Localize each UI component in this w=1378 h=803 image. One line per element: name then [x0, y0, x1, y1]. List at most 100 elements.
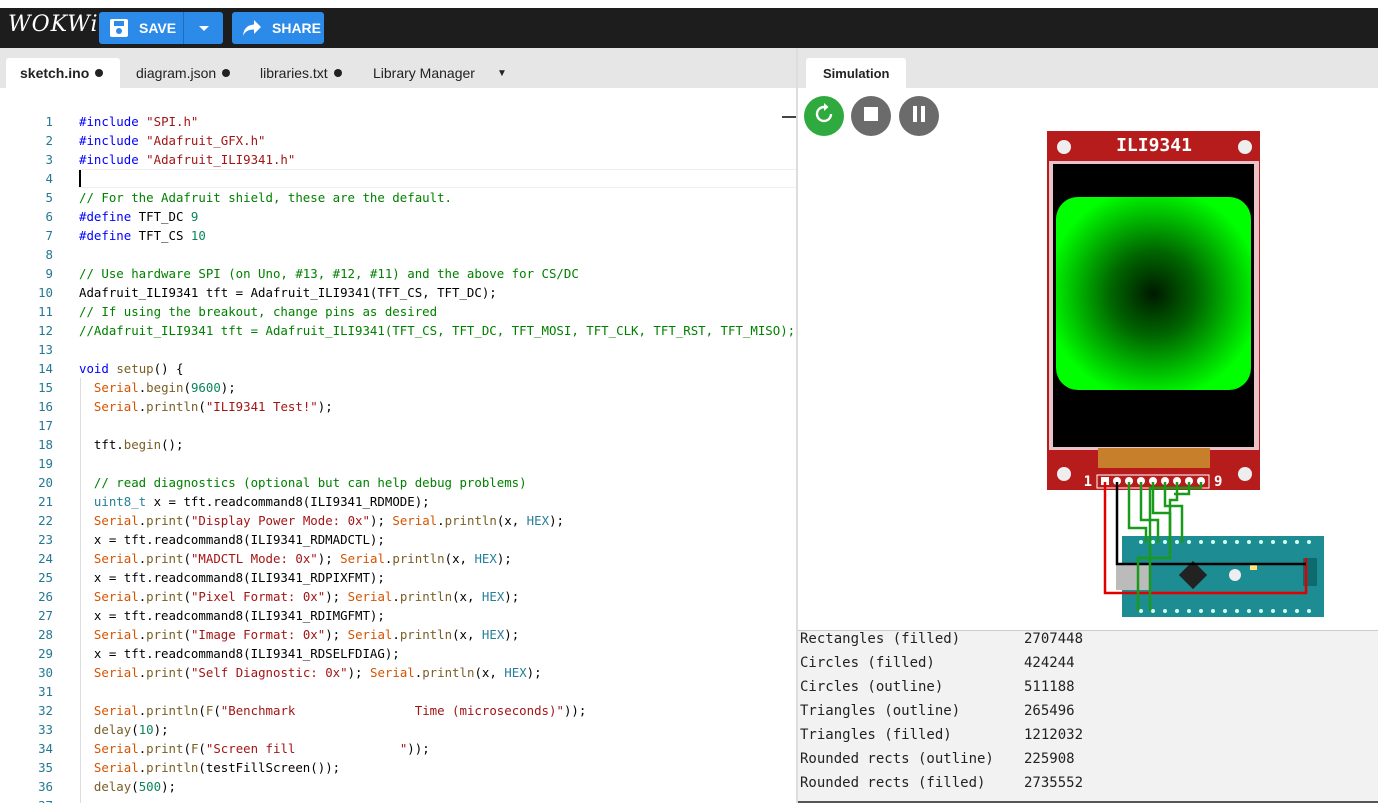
tab-library-manager[interactable]: Library Manager ▼ — [373, 58, 507, 88]
code-text: #include "Adafruit_ILI9341.h" — [79, 152, 296, 167]
line-number: 34 — [38, 741, 53, 756]
tab-diagram-json[interactable]: diagram.json — [136, 58, 231, 88]
code-text: Serial.print("MADCTL Mode: 0x"); Serial.… — [93, 551, 512, 566]
line-number: 26 — [38, 589, 53, 604]
overview-ruler-marker — [782, 116, 796, 118]
code-text: // Use hardware SPI (on Uno, #13, #12, #… — [79, 266, 579, 281]
code-line[interactable]: 21 uint8_t x = tft.readcommand8(ILI9341_… — [0, 492, 796, 511]
line-number: 36 — [38, 779, 53, 794]
code-line[interactable]: 18 tft.begin(); — [0, 435, 796, 454]
code-text: Serial.print(F("Screen fill ")); — [93, 741, 430, 756]
code-line[interactable]: 22 Serial.print("Display Power Mode: 0x"… — [0, 511, 796, 530]
line-number: 21 — [38, 494, 53, 509]
line-number: 28 — [38, 627, 53, 642]
simulation-canvas[interactable]: ILI9341 1 9 — [798, 88, 1378, 630]
tab-sketch-ino[interactable]: sketch.ino — [6, 58, 120, 88]
code-line[interactable]: 13 — [0, 340, 796, 359]
share-button[interactable]: SHARE — [232, 12, 324, 44]
line-number: 16 — [38, 399, 53, 414]
pin-label-first: 1 — [1084, 474, 1092, 490]
flex-connector — [1098, 448, 1210, 468]
code-line[interactable]: 28 Serial.print("Image Format: 0x"); Ser… — [0, 625, 796, 644]
code-text: delay(500); — [93, 779, 177, 794]
ili9341-display[interactable]: ILI9341 1 9 — [1047, 131, 1260, 490]
serial-value: 2707448 — [1024, 631, 1084, 647]
code-text: // For the Adafruit shield, these are th… — [79, 190, 452, 205]
code-text: Serial.begin(9600); — [93, 380, 236, 395]
line-number: 27 — [38, 608, 53, 623]
serial-value: 265496 — [1024, 703, 1075, 719]
reset-button[interactable] — [1229, 569, 1241, 581]
line-number: 3 — [45, 152, 53, 167]
code-text: //Adafruit_ILI9341 tft = Adafruit_ILI934… — [79, 323, 796, 338]
wire-cs — [1127, 482, 1148, 543]
code-line[interactable]: 3 #include "Adafruit_ILI9341.h" — [0, 150, 796, 169]
code-line[interactable]: 12 //Adafruit_ILI9341 tft = Adafruit_ILI9… — [0, 321, 796, 340]
code-line[interactable]: 29 x = tft.readcommand8(ILI9341_RDSELFDI… — [0, 644, 796, 663]
simulation-tabs: Simulation — [798, 48, 1378, 88]
code-line[interactable]: 34 Serial.print(F("Screen fill ")); — [0, 739, 796, 758]
code-line[interactable]: 35 Serial.println(testFillScreen()); — [0, 758, 796, 777]
line-number: 19 — [38, 456, 53, 471]
line-number: 35 — [38, 760, 53, 775]
code-line[interactable]: 8 — [0, 245, 796, 264]
code-line[interactable]: 23 x = tft.readcommand8(ILI9341_RDMADCTL… — [0, 530, 796, 549]
code-editor[interactable]: 1 #include "SPI.h" 2 #include "Adafruit_GFX… — [0, 88, 796, 803]
code-line[interactable]: 5 // For the Adafruit shield, these are t… — [0, 188, 796, 207]
mounting-hole — [1238, 467, 1252, 481]
code-line[interactable]: 26 Serial.print("Pixel Format: 0x"); Ser… — [0, 587, 796, 606]
save-options-button[interactable] — [184, 12, 223, 44]
code-line[interactable]: 20 // read diagnostics (optional but can… — [0, 473, 796, 492]
tab-simulation[interactable]: Simulation — [806, 58, 907, 88]
code-line[interactable]: 30 Serial.print("Self Diagnostic: 0x"); … — [0, 663, 796, 682]
line-number: 15 — [38, 380, 53, 395]
code-line[interactable]: 19 — [0, 454, 796, 473]
code-line[interactable]: 31 — [0, 682, 796, 701]
code-line[interactable]: 33 delay(10); — [0, 720, 796, 739]
arduino-nano[interactable] — [1116, 536, 1324, 617]
caret-down-icon[interactable]: ▼ — [497, 68, 507, 79]
code-line[interactable]: 25 x = tft.readcommand8(ILI9341_RDPIXFMT… — [0, 568, 796, 587]
unsaved-dot-icon — [333, 69, 342, 77]
serial-value: 2735552 — [1024, 775, 1084, 791]
save-button[interactable]: SAVE — [99, 12, 183, 44]
line-number: 1 — [45, 114, 53, 129]
code-line[interactable]: 17 — [0, 416, 796, 435]
code-text: x = tft.readcommand8(ILI9341_RDPIXFMT); — [79, 570, 385, 585]
line-number: 13 — [38, 342, 53, 357]
code-text: // If using the breakout, change pins as… — [79, 304, 438, 319]
code-line[interactable]: 6 #define TFT_DC 9 — [0, 207, 796, 226]
code-text: x = tft.readcommand8(ILI9341_RDMADCTL); — [79, 532, 385, 547]
serial-label: Circles (outline) — [800, 679, 944, 695]
wire-dc — [1151, 482, 1172, 543]
serial-label: Circles (filled) — [800, 655, 935, 671]
wokwi-logo[interactable]: WOKWi — [8, 12, 99, 37]
code-line[interactable]: 37 — [0, 796, 796, 803]
tab-label: sketch.ino — [20, 65, 90, 81]
code-line[interactable]: 10 Adafruit_ILI9341 tft = Adafruit_ILI934… — [0, 283, 796, 302]
code-line[interactable]: 7 #define TFT_CS 10 — [0, 226, 796, 245]
code-line[interactable]: 24 Serial.print("MADCTL Mode: 0x"); Seri… — [0, 549, 796, 568]
serial-line: Circles (filled) 424244 — [800, 651, 1075, 675]
code-line[interactable]: 14 void setup() { — [0, 359, 796, 378]
code-line[interactable]: 1 #include "SPI.h" — [0, 112, 796, 131]
line-number: 17 — [38, 418, 53, 433]
code-text: Serial.println("ILI9341 Test!"); — [93, 399, 333, 414]
serial-monitor[interactable]: Rectangles (filled) 2707448 Circles (fille… — [798, 630, 1378, 803]
code-line[interactable]: 15 Serial.begin(9600); — [0, 378, 796, 397]
mounting-hole — [1238, 140, 1252, 154]
code-line[interactable]: 9 // Use hardware SPI (on Uno, #13, #12, … — [0, 264, 796, 283]
code-line[interactable]: 4 — [0, 169, 796, 188]
line-number: 14 — [38, 361, 53, 376]
code-line[interactable]: 16 Serial.println("ILI9341 Test!"); — [0, 397, 796, 416]
line-number: 30 — [38, 665, 53, 680]
serial-label: Rounded rects (outline) — [800, 751, 994, 767]
code-line[interactable]: 2 #include "Adafruit_GFX.h" — [0, 131, 796, 150]
code-line[interactable]: 27 x = tft.readcommand8(ILI9341_RDIMGFMT… — [0, 606, 796, 625]
code-line[interactable]: 32 Serial.println(F("Benchmark Time (mic… — [0, 701, 796, 720]
code-line[interactable]: 36 delay(500); — [0, 777, 796, 796]
tab-libraries-txt[interactable]: libraries.txt — [260, 58, 342, 88]
line-number: 29 — [38, 646, 53, 661]
code-line[interactable]: 11 // If using the breakout, change pins … — [0, 302, 796, 321]
line-number: 2 — [45, 133, 53, 148]
